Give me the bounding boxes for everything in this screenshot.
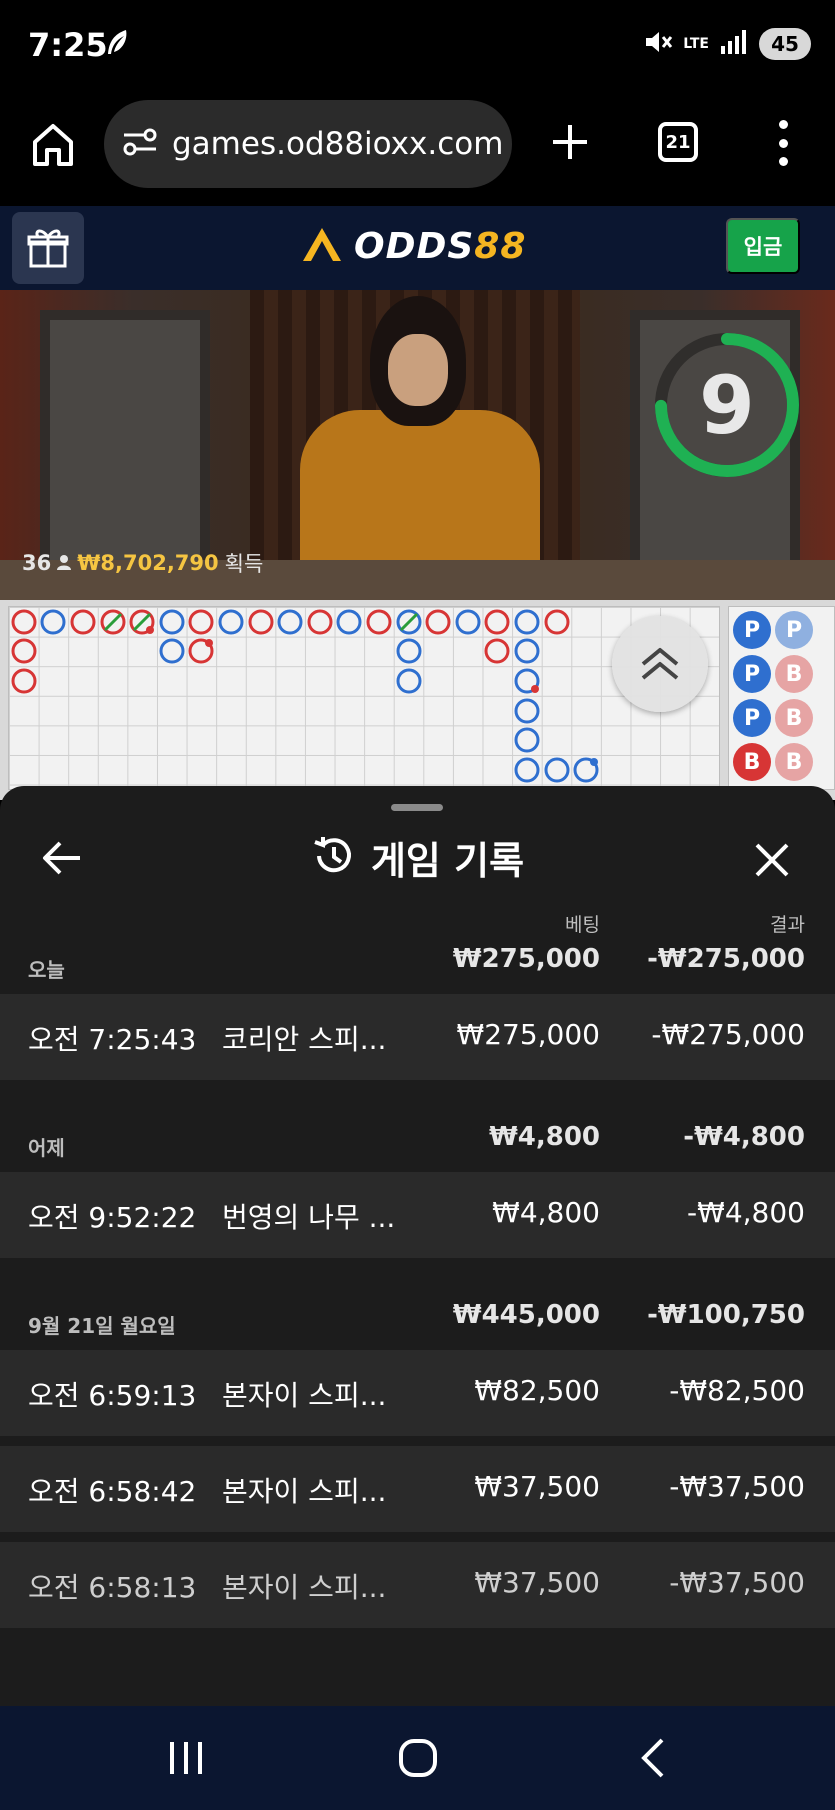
bead: P — [733, 699, 771, 737]
row-result: -₩4,800 — [687, 1196, 805, 1229]
group-header-date: 9월 21일 월요일 ₩445,000 -₩100,750 — [0, 1294, 835, 1346]
bead: B — [775, 743, 813, 781]
site-logo[interactable]: ODDS88 — [300, 224, 526, 268]
table-stats: 36 ₩8,702,790 획득 — [22, 548, 263, 578]
history-row[interactable]: 오전 6:58:13 본자이 스피... ₩37,500 -₩37,500 — [0, 1542, 835, 1628]
new-tab-icon[interactable] — [550, 122, 590, 162]
logo-text-num: 88 — [474, 225, 527, 267]
tab-switcher-button[interactable]: 21 — [658, 122, 698, 162]
address-bar[interactable]: games.od88ioxx.com — [104, 100, 512, 188]
bead: P — [733, 655, 771, 693]
group-header-today: 오늘 ₩275,000 -₩275,000 — [0, 938, 835, 990]
status-bar: 7:25 LTE 45 — [0, 0, 835, 96]
gift-icon[interactable] — [12, 212, 84, 284]
double-chevron-up-icon — [641, 648, 679, 680]
column-header-result: 결과 — [770, 914, 805, 936]
network-type: LTE — [683, 36, 709, 52]
group-title: 9월 21일 월요일 — [28, 1314, 176, 1338]
bead: B — [775, 655, 813, 693]
row-result: -₩82,500 — [669, 1374, 805, 1407]
sheet-drag-handle[interactable] — [391, 804, 443, 811]
row-game: 본자이 스피... — [222, 1475, 387, 1508]
group-result-total: -₩100,750 — [647, 1300, 805, 1330]
bead-road[interactable]: P P P B P B B B — [728, 606, 835, 790]
history-row[interactable]: 오전 6:59:13 본자이 스피... ₩82,500 -₩82,500 — [0, 1350, 835, 1436]
group-result-total: -₩275,000 — [647, 944, 805, 974]
row-game: 코리안 스피... — [222, 1023, 387, 1056]
deposit-button[interactable]: 입금 — [726, 218, 800, 274]
live-video[interactable]: 9 36 ₩8,702,790 획득 — [0, 290, 835, 600]
row-time: 오전 7:25:43 — [28, 1023, 197, 1056]
recent-apps-icon[interactable] — [156, 1734, 216, 1782]
column-header-bet: 베팅 — [565, 914, 600, 936]
winnings-suffix: 획득 — [224, 552, 264, 576]
group-bet-total: ₩4,800 — [489, 1122, 600, 1152]
row-result: -₩37,500 — [669, 1566, 805, 1599]
group-result-total: -₩4,800 — [683, 1122, 805, 1152]
group-title: 어제 — [28, 1136, 65, 1160]
group-title: 오늘 — [28, 958, 65, 982]
roadmap: P P P B P B B B — [0, 600, 835, 800]
bead: B — [775, 699, 813, 737]
bead: B — [733, 743, 771, 781]
back-nav-icon[interactable] — [624, 1734, 684, 1782]
row-game: 번영의 나무 ... — [222, 1201, 396, 1234]
decor-panel — [40, 310, 210, 580]
battery-indicator: 45 — [759, 28, 811, 60]
row-bet: ₩37,500 — [474, 1566, 600, 1599]
system-nav-bar — [0, 1706, 835, 1810]
row-time: 오전 6:58:13 — [28, 1571, 197, 1604]
home-nav-icon[interactable] — [388, 1734, 448, 1782]
signal-icon — [719, 28, 749, 60]
history-row[interactable]: 오전 9:52:22 번영의 나무 ... ₩4,800 -₩4,800 — [0, 1172, 835, 1258]
sheet-title: 게임 기록 — [370, 839, 525, 883]
sheet-header: 게임 기록 — [0, 816, 835, 896]
row-time: 오전 6:58:42 — [28, 1475, 197, 1508]
home-icon[interactable] — [28, 120, 78, 170]
logo-text-main: ODDS — [354, 225, 475, 267]
row-time: 오전 9:52:22 — [28, 1201, 197, 1234]
row-result: -₩275,000 — [651, 1018, 805, 1051]
dealer-face — [388, 334, 448, 406]
url-text: games.od88ioxx.com — [172, 126, 504, 162]
history-row[interactable]: 오전 7:25:43 코리안 스피... ₩275,000 -₩275,000 — [0, 994, 835, 1080]
row-game: 본자이 스피... — [222, 1571, 387, 1604]
history-icon — [311, 836, 353, 880]
winnings-amount: ₩8,702,790 — [77, 551, 219, 575]
game-history-sheet: 게임 기록 베팅 결과 오늘 ₩275,000 -₩275,000 오전 7:2… — [0, 786, 835, 1706]
group-header-yesterday: 어제 ₩4,800 -₩4,800 — [0, 1116, 835, 1168]
group-bet-total: ₩275,000 — [452, 944, 600, 974]
status-time: 7:25 — [28, 26, 108, 64]
user-icon — [57, 551, 72, 575]
site-settings-icon[interactable] — [122, 127, 158, 161]
big-road-marks — [11, 609, 599, 783]
more-menu-icon[interactable] — [768, 120, 798, 166]
row-game: 본자이 스피... — [222, 1379, 387, 1412]
row-result: -₩37,500 — [669, 1470, 805, 1503]
logo-mark-icon — [300, 224, 344, 268]
feather-icon — [104, 28, 130, 62]
group-bet-total: ₩445,000 — [452, 1300, 600, 1330]
row-bet: ₩37,500 — [474, 1470, 600, 1503]
player-count: 36 — [22, 551, 52, 575]
big-road-grid[interactable] — [8, 606, 720, 790]
site-header: ODDS88 입금 — [0, 206, 835, 290]
collapse-roadmap-button[interactable] — [612, 616, 708, 712]
mute-icon — [643, 28, 673, 60]
countdown-number: 9 — [699, 358, 755, 452]
row-bet: ₩82,500 — [474, 1374, 600, 1407]
bead: P — [733, 611, 771, 649]
column-headers: 베팅 결과 — [0, 910, 835, 938]
history-row[interactable]: 오전 6:58:42 본자이 스피... ₩37,500 -₩37,500 — [0, 1446, 835, 1532]
row-bet: ₩4,800 — [492, 1196, 600, 1229]
browser-toolbar: games.od88ioxx.com 21 — [0, 96, 835, 206]
close-icon[interactable] — [752, 840, 792, 880]
bead: P — [775, 611, 813, 649]
row-bet: ₩275,000 — [456, 1018, 600, 1051]
row-time: 오전 6:59:13 — [28, 1379, 197, 1412]
